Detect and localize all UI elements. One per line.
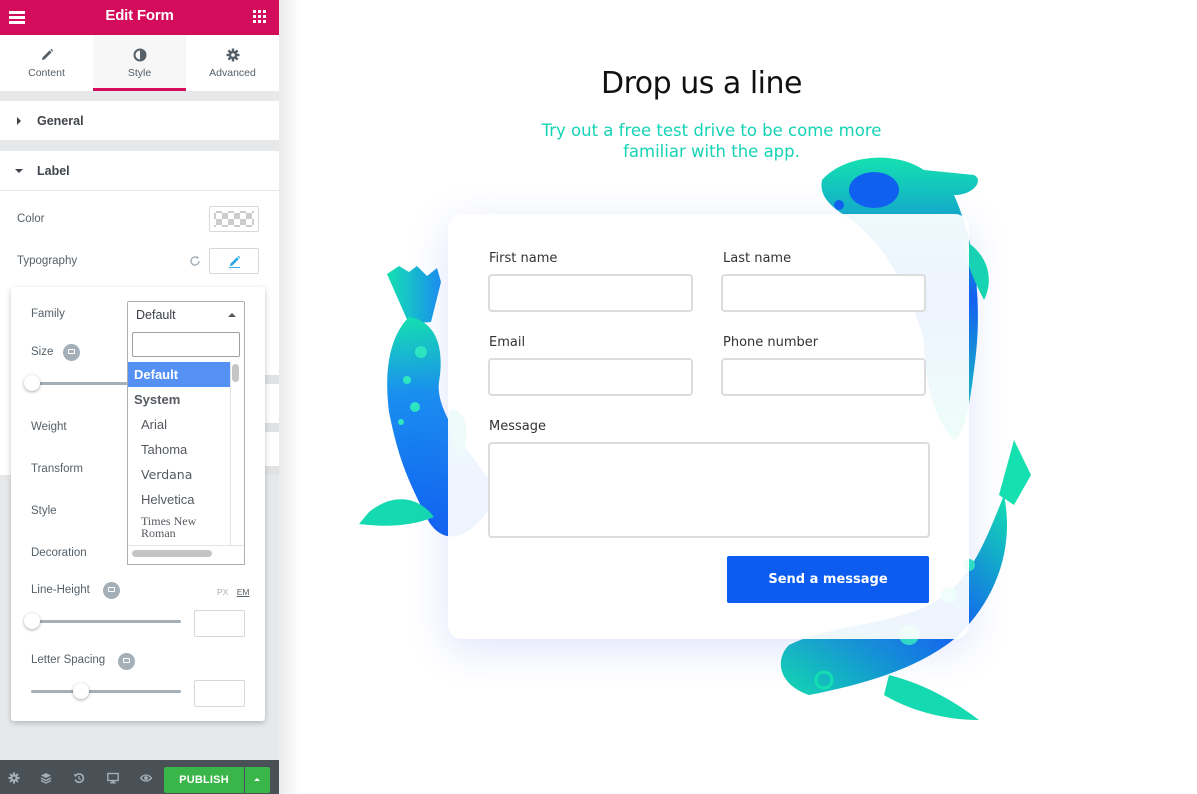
responsive-device-icon[interactable]	[103, 582, 120, 599]
reset-icon[interactable]	[189, 255, 201, 267]
gear-icon[interactable]	[8, 772, 20, 784]
typography-popover: Family Size Weight Transform Style Decor…	[11, 287, 265, 721]
first-name-input[interactable]	[488, 274, 693, 312]
decoration-label: Decoration	[31, 547, 87, 559]
half-circle-icon	[133, 48, 146, 62]
font-option[interactable]: Times New Roman	[128, 512, 208, 542]
grid-icon[interactable]	[253, 10, 266, 23]
editor-panel: Edit Form Content Style Advanced General…	[0, 0, 279, 794]
email-label: Email	[489, 335, 526, 350]
font-family-dropdown: Default System Arial Tahoma Verdana Helv…	[127, 327, 245, 565]
eye-icon[interactable]	[140, 772, 152, 784]
pencil-icon	[41, 48, 53, 60]
vertical-scroll-track	[230, 362, 231, 545]
contact-form: First name Last name Email Phone number …	[448, 214, 969, 639]
line-height-slider-handle[interactable]	[24, 613, 40, 629]
horizontal-scroll-track	[128, 545, 244, 546]
panel-header: Edit Form	[0, 0, 279, 35]
chevron-up-icon	[228, 313, 236, 317]
font-family-select[interactable]: Default	[127, 301, 245, 328]
unit-em[interactable]: EM	[237, 587, 250, 597]
font-options-list: Default System Arial Tahoma Verdana Helv…	[128, 362, 230, 542]
size-label: Size	[31, 346, 54, 358]
section-label[interactable]: Label	[0, 151, 279, 191]
layers-icon[interactable]	[40, 772, 52, 784]
style-label: Style	[31, 505, 57, 517]
size-slider-handle[interactable]	[24, 375, 40, 391]
font-option[interactable]: Default	[128, 362, 230, 387]
tab-style[interactable]: Style	[93, 35, 186, 91]
size-slider[interactable]	[31, 382, 131, 385]
unit-px[interactable]: PX	[217, 587, 228, 597]
last-name-label: Last name	[723, 251, 792, 266]
send-message-button[interactable]: Send a message	[727, 556, 929, 603]
email-input[interactable]	[488, 358, 693, 396]
line-height-input[interactable]	[194, 610, 245, 637]
phone-number-label: Phone number	[723, 335, 819, 350]
color-picker[interactable]	[209, 206, 259, 232]
desktop-icon[interactable]	[107, 772, 119, 784]
typography-label: Typography	[17, 255, 78, 267]
panel-footer: PUBLISH	[0, 760, 279, 794]
tab-style-label: Style	[127, 67, 152, 79]
line-height-slider[interactable]	[31, 620, 181, 623]
panel-title: Edit Form	[105, 7, 174, 24]
page-canvas: Drop us a line Try out a free test drive…	[279, 0, 1197, 794]
section-label-title: Label	[37, 164, 70, 178]
responsive-device-icon[interactable]	[118, 653, 135, 670]
gear-icon	[226, 48, 239, 62]
vertical-scrollbar[interactable]	[232, 364, 239, 382]
pencil-icon	[228, 255, 241, 268]
font-family-value: Default	[136, 308, 176, 322]
letter-spacing-label: Letter Spacing	[31, 654, 106, 666]
font-option[interactable]: Verdana	[128, 462, 230, 487]
tab-content-label: Content	[28, 67, 65, 79]
weight-label: Weight	[31, 421, 67, 433]
font-option[interactable]: Tahoma	[128, 437, 230, 462]
history-icon[interactable]	[73, 772, 85, 784]
publish-options-button[interactable]	[245, 767, 270, 793]
caret-down-icon	[15, 169, 23, 173]
line-height-label: Line-Height	[31, 584, 90, 596]
family-label: Family	[31, 308, 65, 320]
last-name-input[interactable]	[721, 274, 926, 312]
tab-advanced[interactable]: Advanced	[186, 35, 279, 91]
typography-edit-button[interactable]	[209, 248, 259, 274]
panel-tabs: Content Style Advanced	[0, 35, 279, 91]
first-name-label: First name	[489, 251, 558, 266]
responsive-device-icon[interactable]	[63, 344, 80, 361]
transform-label: Transform	[31, 463, 83, 475]
page-heading: Drop us a line	[601, 66, 802, 101]
message-label: Message	[489, 419, 546, 434]
section-divider	[265, 375, 279, 384]
font-search-input[interactable]	[132, 332, 240, 357]
tab-content[interactable]: Content	[0, 35, 93, 91]
section-divider	[265, 466, 279, 475]
section-general-title: General	[37, 114, 84, 128]
font-option[interactable]: Helvetica	[128, 487, 230, 512]
color-label: Color	[17, 213, 45, 225]
unit-switcher: PX EM	[211, 587, 249, 597]
letter-spacing-input[interactable]	[194, 680, 245, 707]
message-textarea[interactable]	[488, 442, 930, 538]
letter-spacing-slider-handle[interactable]	[72, 683, 89, 699]
horizontal-scrollbar[interactable]	[132, 550, 212, 557]
font-option[interactable]: Arial	[128, 412, 230, 437]
section-general[interactable]: General	[0, 101, 279, 141]
section-divider	[265, 423, 279, 432]
letter-spacing-slider[interactable]	[31, 690, 181, 693]
font-group-header: System	[134, 392, 181, 407]
tab-advanced-label: Advanced	[209, 67, 256, 79]
caret-right-icon	[17, 117, 21, 125]
publish-button[interactable]: PUBLISH	[164, 767, 244, 793]
phone-number-input[interactable]	[721, 358, 926, 396]
